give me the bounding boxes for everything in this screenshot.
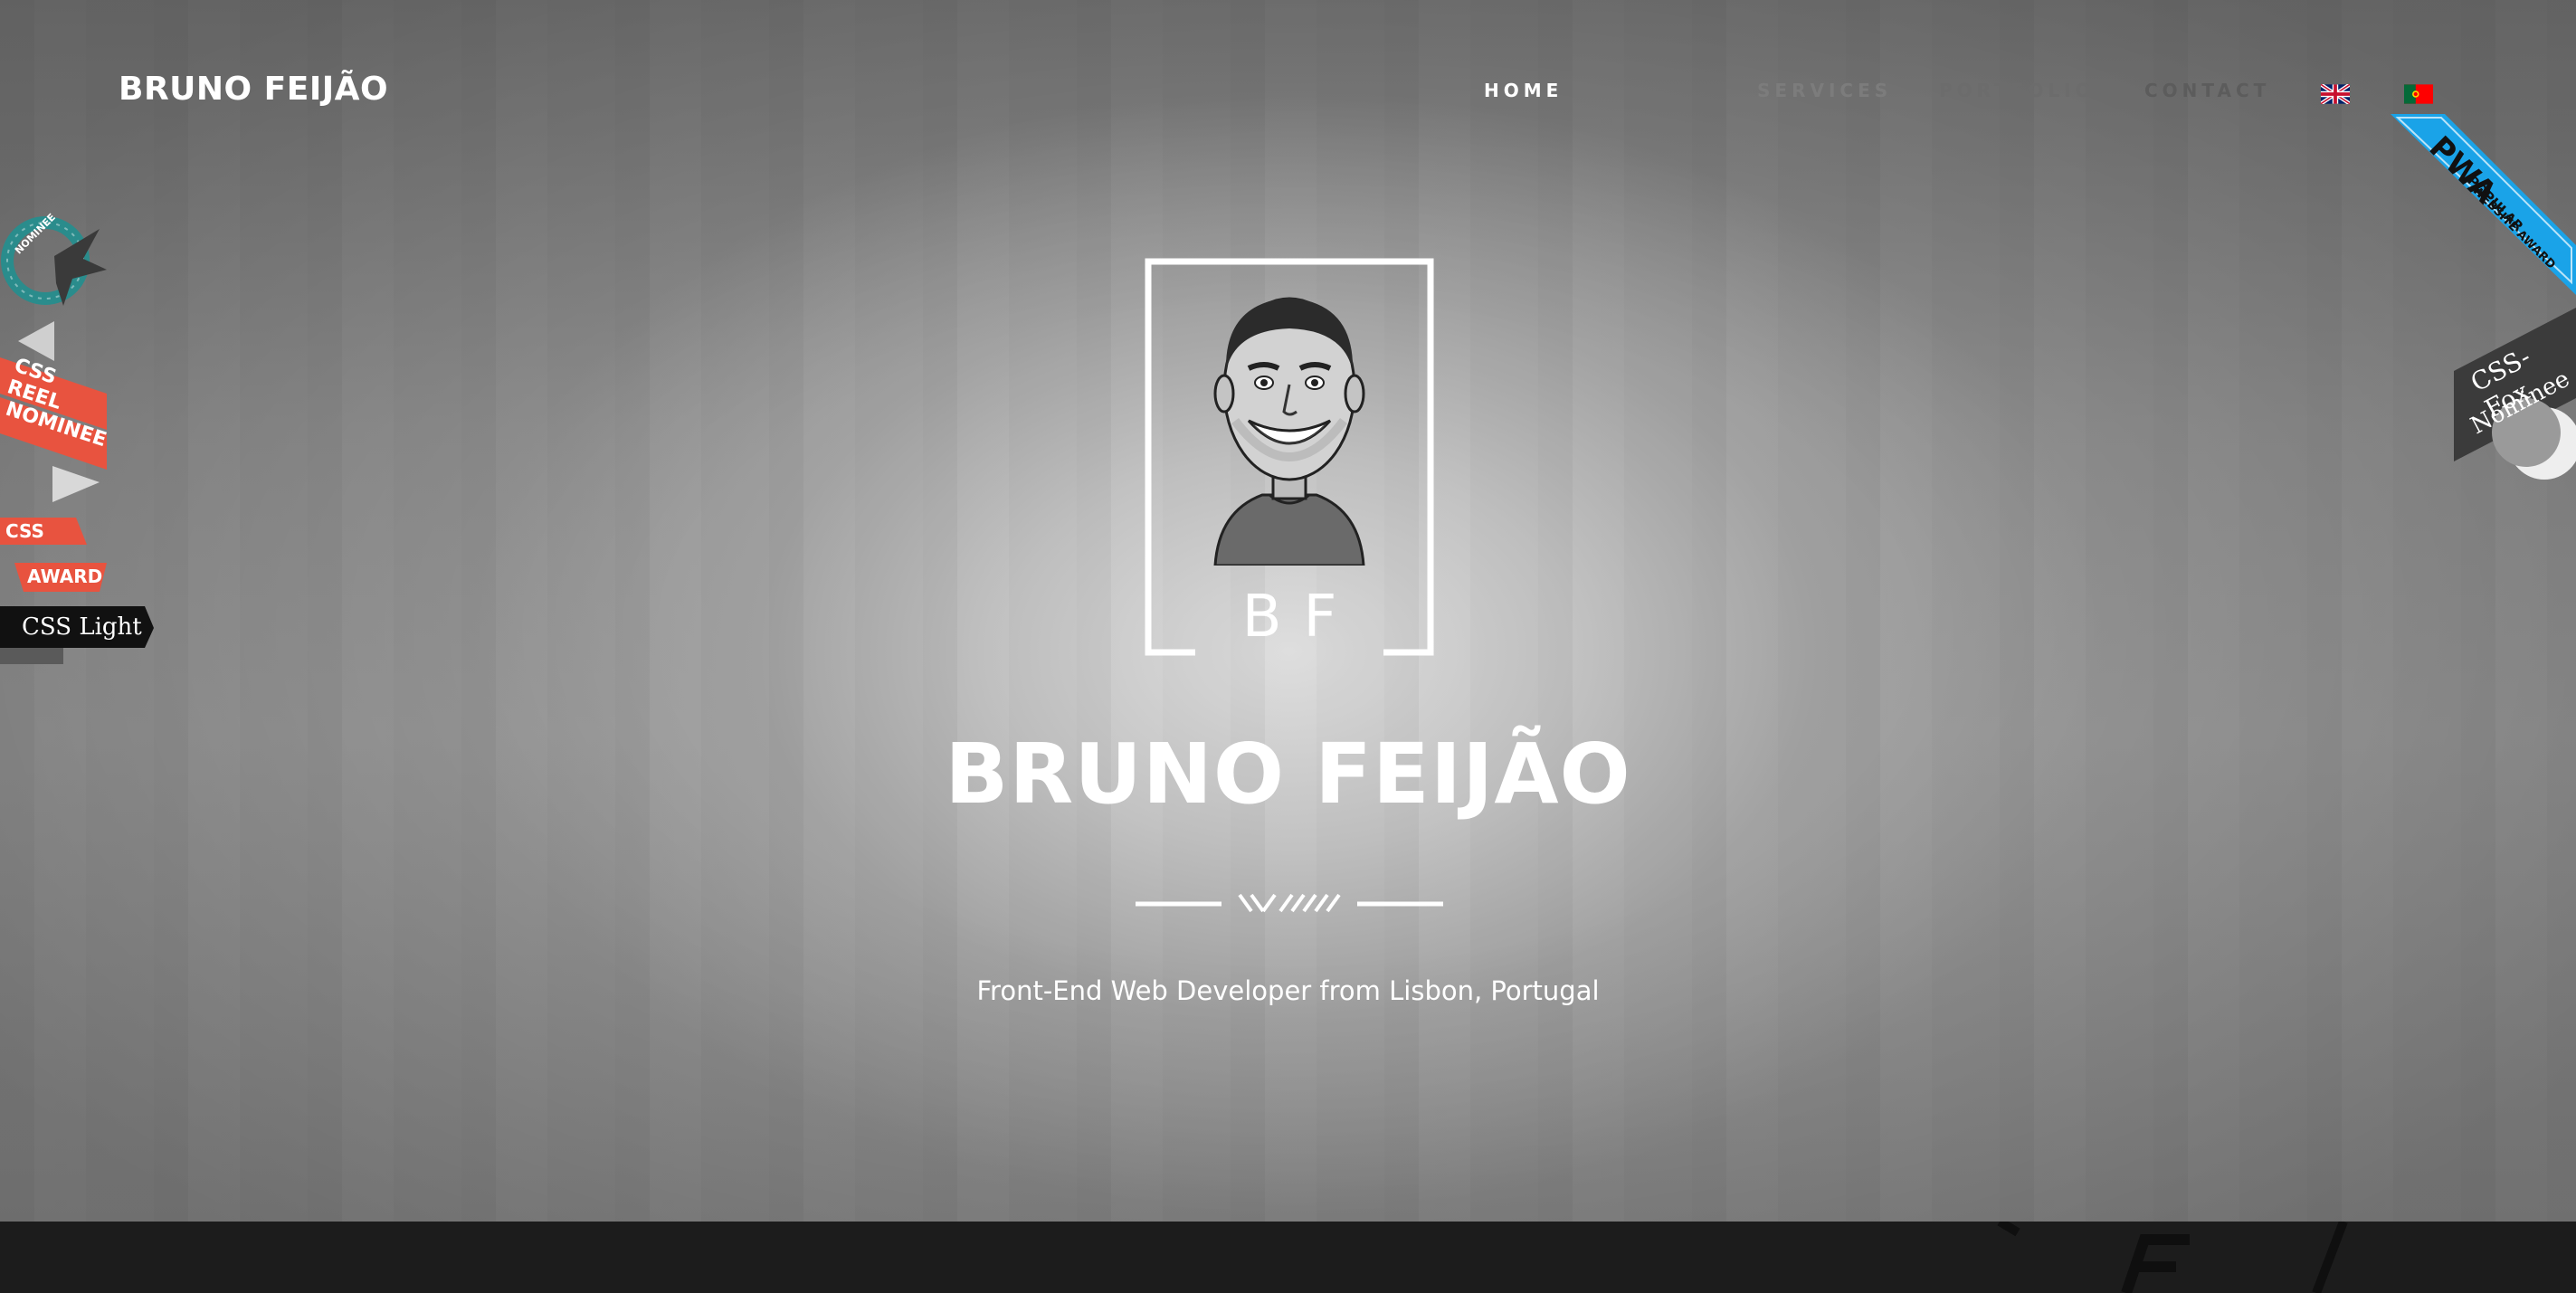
nav-services[interactable]: SERVICES bbox=[1757, 80, 1892, 101]
nominee-badge[interactable]: NOMINEE bbox=[0, 211, 109, 317]
main-nav: HOME SERVICES PORTFOLIO CONTACT bbox=[0, 80, 2576, 107]
css-fox-nominee-badge[interactable]: CSS-Fox Nominee bbox=[2454, 299, 2576, 480]
hummingbird-icon bbox=[54, 229, 107, 306]
portugal-flag-icon[interactable] bbox=[2404, 84, 2433, 104]
decorative-divider bbox=[1136, 893, 1443, 913]
nav-contact[interactable]: CONTACT bbox=[2144, 80, 2270, 101]
css-award-badge[interactable]: CSS AWARD bbox=[0, 518, 107, 592]
css-light-label: CSS Light bbox=[22, 613, 142, 641]
portrait-frame: BF bbox=[1145, 258, 1434, 658]
nav-portfolio[interactable]: PORTFOLIO bbox=[1939, 80, 2096, 101]
css-light-badge[interactable]: CSS Light bbox=[0, 606, 154, 664]
uk-flag-icon[interactable] bbox=[2321, 84, 2350, 104]
monogram-b: B bbox=[1241, 584, 1304, 651]
bottom-strip bbox=[0, 1222, 2576, 1293]
caricature-avatar bbox=[1213, 297, 1365, 566]
monogram: BF bbox=[1145, 584, 1434, 651]
css-award-label: CSS bbox=[5, 520, 44, 542]
monogram-watermark bbox=[1997, 1222, 2348, 1293]
monogram-f: F bbox=[1303, 584, 1359, 651]
css-award-award-label: AWARD bbox=[27, 566, 103, 587]
nav-home[interactable]: HOME bbox=[1484, 80, 1563, 101]
pwa-award-badge[interactable]: PWA POPULAR WEBSITE AWARD bbox=[2391, 114, 2576, 295]
hero-tagline: Front-End Web Developer from Lisbon, Por… bbox=[976, 975, 1600, 1006]
css-reel-nominee-badge[interactable]: CSS REEL NOMINEE bbox=[0, 321, 109, 502]
hero-section: BRUNO FEIJÃO HOME SERVICES PORTFOLIO CON… bbox=[0, 0, 2576, 1222]
hero-title: BRUNO FEIJÃO bbox=[945, 726, 1631, 822]
